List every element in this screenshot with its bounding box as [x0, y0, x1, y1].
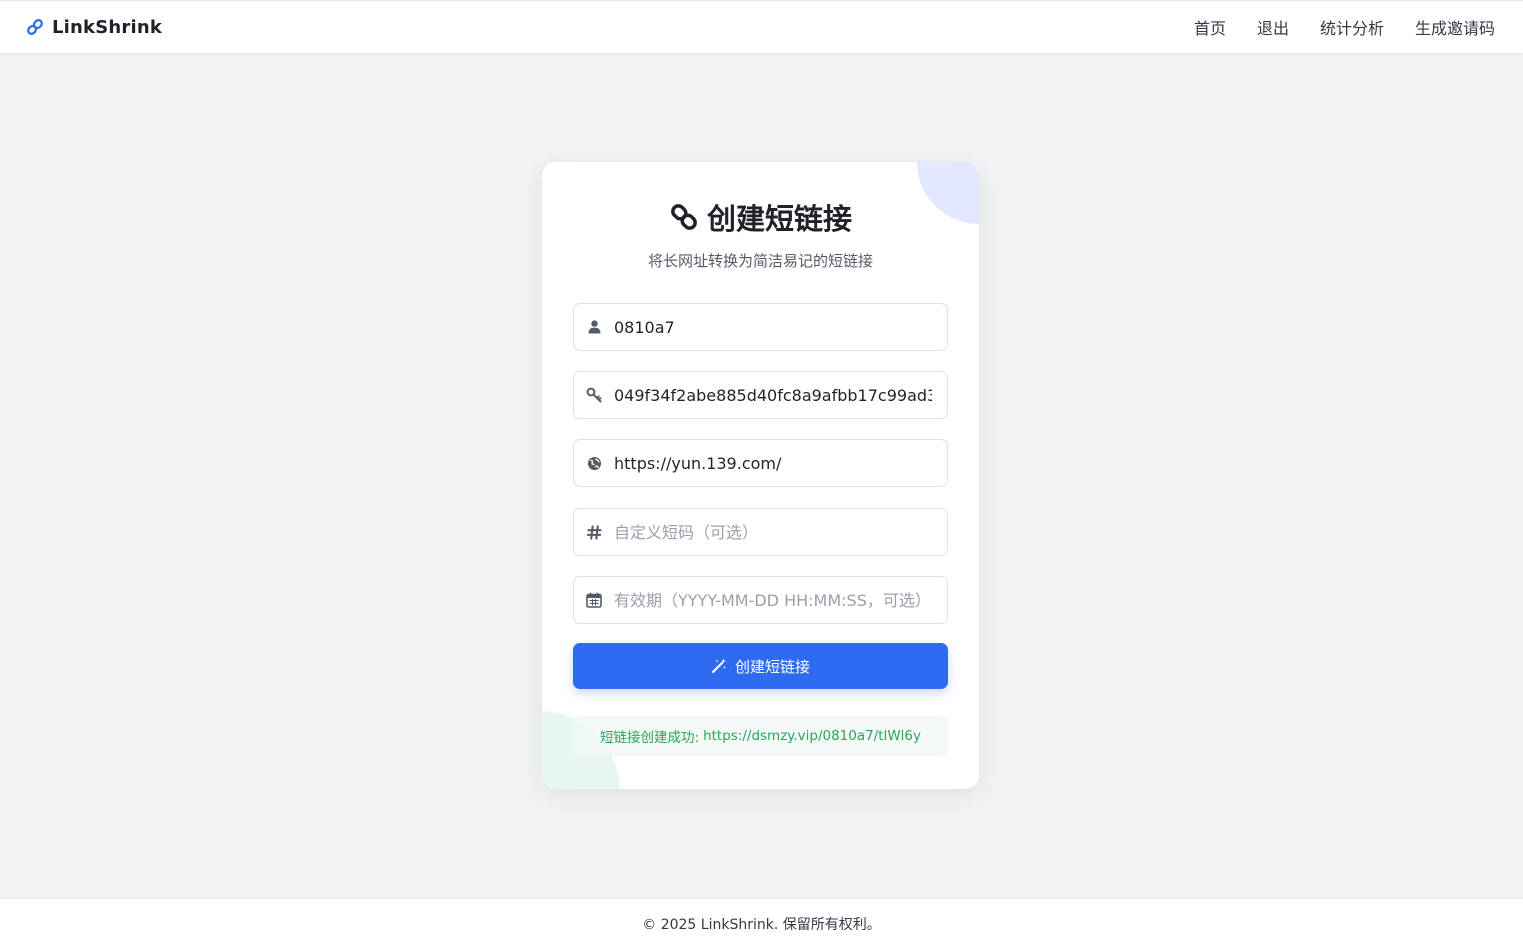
copyright-text: © 2025 LinkShrink. 保留所有权利。: [642, 917, 881, 933]
page-title: 创建短链接: [706, 202, 852, 236]
success-prefix: 短链接创建成功:: [600, 730, 700, 746]
custom-code-input[interactable]: [614, 522, 932, 542]
footer: © 2025 LinkShrink. 保留所有权利。: [0, 898, 1523, 949]
user-icon: [574, 320, 614, 334]
success-message: 短链接创建成功: https://dsmzy.vip/0810a7/tlWl6y: [573, 716, 948, 756]
expiry-field: [573, 576, 948, 624]
expiry-input[interactable]: [614, 590, 932, 610]
username-field: [573, 303, 948, 351]
username-input[interactable]: [614, 317, 932, 337]
hashtag-icon: [574, 524, 614, 540]
short-link[interactable]: https://dsmzy.vip/0810a7/tlWl6y: [703, 728, 921, 744]
key-icon: [574, 387, 614, 403]
card-title: 创建短链接: [542, 196, 979, 238]
top-navbar: LinkShrink 首页 退出 统计分析 生成邀请码: [0, 0, 1523, 53]
nav-logout[interactable]: 退出: [1257, 15, 1289, 39]
key-input[interactable]: [614, 385, 932, 405]
globe-icon: [574, 456, 614, 471]
link-icon: [669, 202, 699, 232]
page-subtitle: 将长网址转换为简洁易记的短链接: [647, 252, 873, 270]
link-icon: [26, 18, 44, 36]
custom-code-field: [573, 508, 948, 556]
create-link-button-label: 创建短链接: [734, 657, 810, 676]
create-link-card: 创建短链接 将长网址转换为简洁易记的短链接 0810a7 049f34f2abe…: [542, 162, 979, 789]
long-url-input[interactable]: [614, 453, 932, 473]
nav-menu: 首页 退出 统计分析 生成邀请码: [1194, 15, 1495, 39]
url-field: [573, 439, 948, 487]
magic-wand-icon: [711, 658, 727, 674]
brand[interactable]: LinkShrink: [26, 17, 162, 38]
brand-name: LinkShrink: [52, 16, 163, 38]
nav-invite-code[interactable]: 生成邀请码: [1415, 15, 1495, 39]
create-link-button[interactable]: 创建短链接: [573, 643, 948, 689]
calendar-icon: [574, 592, 614, 608]
key-field: [573, 371, 948, 419]
nav-statistics[interactable]: 统计分析: [1320, 15, 1384, 39]
nav-home[interactable]: 首页: [1194, 15, 1226, 39]
